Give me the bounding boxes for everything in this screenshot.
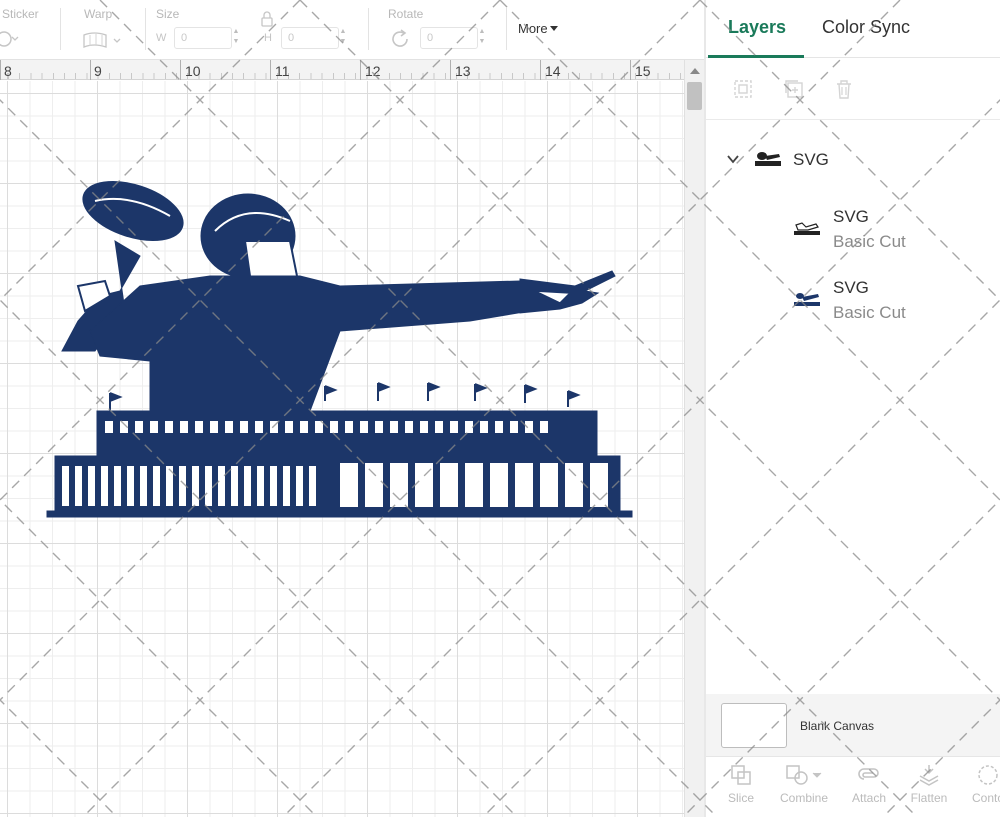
football-stadium-design[interactable] [0,81,684,817]
ruler-number: 15 [635,63,651,79]
ruler-number: 14 [545,63,561,79]
design-canvas[interactable] [0,81,684,817]
attach-button[interactable]: Attach [839,763,899,805]
warp-group: Warp [62,0,142,60]
toolbar-divider [506,8,507,50]
warp-label: Warp [84,7,113,21]
combine-button[interactable]: Combine [774,763,834,805]
lock-icon[interactable] [260,11,274,27]
contour-label: Conto [971,791,1000,805]
stadium-base [46,510,633,518]
scroll-up-arrow-icon[interactable] [690,68,700,74]
layer-toolbar [706,58,1000,120]
layer-operation: Basic Cut [833,232,906,251]
layer-row[interactable]: SVG Basic Cut [706,205,1000,255]
rotate-stepper[interactable]: ▲ ▼ [476,27,488,49]
ruler-tick [270,60,271,80]
layer-actions-bar: Slice Combine Attach Flatten Cont [706,756,1000,817]
size-w-label: W [156,32,167,44]
layer-group-row[interactable]: SVG [706,148,1000,172]
tab-layers[interactable]: Layers [728,17,786,38]
flatten-icon [919,765,939,786]
sticker-group: Sticker [0,0,55,60]
ruler-tick [90,60,91,80]
flatten-label: Flatten [910,791,948,805]
layer-thumbnail-icon [794,293,820,306]
group-icon[interactable] [732,78,754,100]
combine-label: Combine [779,791,829,805]
blank-canvas-row[interactable]: Blank Canvas [706,694,1000,756]
height-input[interactable]: 0 [281,27,339,49]
ruler-tick [450,60,451,80]
contour-button[interactable]: Conto [958,763,1000,805]
toolbar-divider [368,8,369,50]
football-shape [82,181,184,241]
layer-name: SVG [833,207,869,226]
attach-label: Attach [851,791,887,805]
stadium-upper-tier [96,410,598,457]
rotate-icon[interactable] [388,27,412,51]
toolbar-divider [60,8,61,50]
combine-icon [786,765,822,785]
warp-icon[interactable] [82,31,126,51]
tab-color-sync[interactable]: Color Sync [822,17,910,38]
slice-label: Slice [727,791,754,805]
blank-canvas-label: Blank Canvas [800,719,875,733]
width-stepper[interactable]: ▲ ▼ [230,27,242,49]
ruler-number: 12 [365,63,381,79]
ruler-number: 10 [185,63,201,79]
chevron-down-icon [549,26,558,31]
rotate-group: Rotate 0 ▲ ▼ [370,0,500,60]
size-label: Size [156,7,180,21]
flatten-button[interactable]: Flatten [899,763,959,805]
layer-thumbnail-icon [755,152,781,166]
layer-operation: Basic Cut [833,303,906,322]
ruler-tick [540,60,541,80]
ruler-tick [360,60,361,80]
layer-row[interactable]: SVG Basic Cut [706,276,1000,326]
rotate-label: Rotate [388,7,424,21]
sticker-label: Sticker [2,7,39,21]
ruler-number: 9 [94,63,102,79]
layer-group-name: SVG [793,150,829,169]
width-input[interactable]: 0 [174,27,232,49]
contour-icon [978,765,998,785]
chevron-down-icon[interactable] [726,152,740,166]
layer-name: SVG [833,278,869,297]
panel-tabs: Layers Color Sync [706,0,1000,58]
ruler-number: 8 [4,63,12,79]
edit-toolbar: Sticker Warp Size W 0 ▲▼ H 0 ▲▼ Rotate [0,0,705,60]
rotate-input[interactable]: 0 [420,27,478,49]
scroll-thumb[interactable] [687,82,702,110]
height-stepper[interactable]: ▲ ▼ [337,27,349,49]
vertical-scrollbar[interactable] [684,60,704,817]
blank-canvas-swatch[interactable] [721,703,787,748]
layers-panel: Layers Color Sync SVG SVG Basic Cut SVG … [706,0,1000,817]
slice-button[interactable]: Slice [711,763,771,805]
ruler-tick [630,60,631,80]
ruler-tick [180,60,181,80]
ruler-number: 11 [275,63,290,79]
more-label: More [518,21,548,36]
more-button[interactable]: More [518,21,558,36]
sticker-icon[interactable] [0,29,20,49]
slice-icon [731,765,751,785]
duplicate-icon[interactable] [783,78,805,100]
attach-icon [858,768,879,780]
delete-icon[interactable] [833,78,855,100]
size-group: Size W 0 ▲ ▼ H 0 ▲ ▼ [146,0,361,60]
ruler-number: 13 [455,63,471,79]
size-h-label: H [264,32,272,44]
layer-thumbnail-icon [794,222,820,235]
horizontal-ruler: 8 9 10 11 12 13 14 15 [0,60,684,80]
ruler-tick [0,60,1,80]
